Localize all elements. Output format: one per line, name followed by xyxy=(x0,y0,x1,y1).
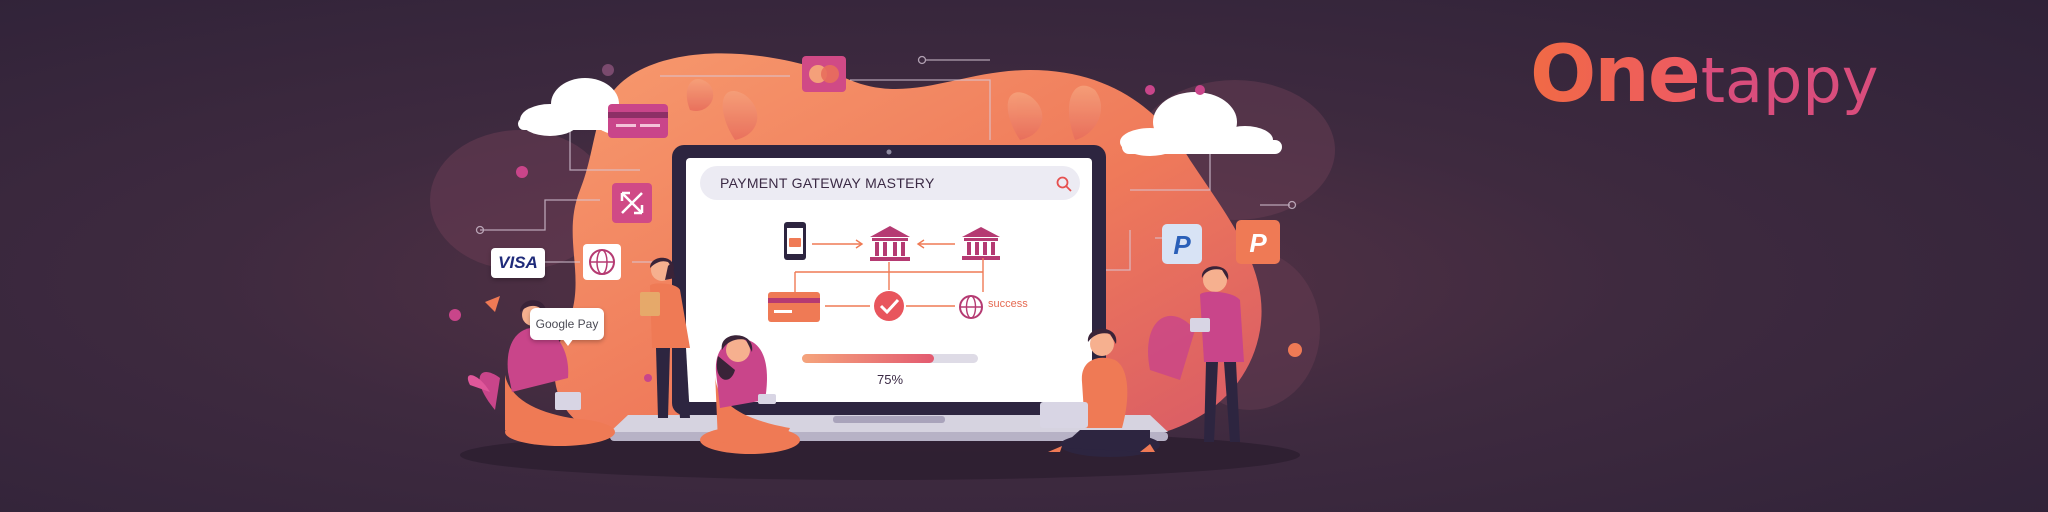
svg-text:P: P xyxy=(1173,230,1191,260)
transfer-icon xyxy=(612,183,652,223)
paypal-icon-alt: P xyxy=(1236,220,1280,264)
brand-logo-one: One xyxy=(1530,30,1701,120)
google-pay-bubble: Google Pay xyxy=(530,308,604,340)
success-label: success xyxy=(988,298,1028,310)
checkmark-icon xyxy=(874,291,904,321)
brand-logo-tappy: tappy xyxy=(1700,44,1879,117)
page-title: PAYMENT GATEWAY MASTERY xyxy=(720,175,935,191)
phone-icon xyxy=(784,222,806,260)
credit-card-screen-icon xyxy=(768,292,820,322)
google-pay-bubble-tail xyxy=(562,338,574,346)
visa-badge: VISA xyxy=(491,248,545,278)
progress-label: 75% xyxy=(876,372,904,387)
paypal-icon: P xyxy=(1162,224,1202,264)
brand-logo: One tappy xyxy=(1530,14,1878,114)
svg-text:P: P xyxy=(1249,228,1267,258)
credit-card-icon xyxy=(608,104,668,138)
payment-flow-diagram xyxy=(768,222,1000,322)
progress-bar-fill xyxy=(802,354,934,363)
search-icon[interactable] xyxy=(1055,175,1073,193)
mastercard-icon xyxy=(802,56,846,92)
globe-icon xyxy=(583,244,621,280)
progress-bar xyxy=(802,354,978,363)
